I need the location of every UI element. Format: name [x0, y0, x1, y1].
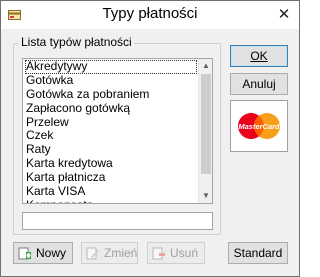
- edit-button-label: Zmień: [104, 246, 138, 260]
- payment-type-input[interactable]: [22, 212, 213, 230]
- add-button[interactable]: Nowy: [13, 242, 73, 264]
- standard-button-label: Standard: [233, 246, 283, 260]
- list-item[interactable]: Karta płatnicza: [25, 170, 197, 185]
- list-items: Akredytywy Gotówka Gotówka za pobraniem Zap…: [25, 59, 197, 203]
- delete-icon: [152, 247, 165, 260]
- close-icon[interactable]: ✕: [274, 6, 294, 24]
- standard-button[interactable]: Standard: [228, 242, 288, 264]
- scroll-down-icon[interactable]: ▼: [199, 189, 212, 203]
- list-item[interactable]: Gotówka za pobraniem: [25, 87, 197, 102]
- list-item[interactable]: Raty: [25, 142, 197, 157]
- delete-button-label: Usuń: [170, 246, 199, 260]
- edit-button[interactable]: Zmień: [81, 242, 138, 264]
- window-title: Typy płatności: [102, 5, 198, 22]
- mastercard-text: MasterCard: [238, 122, 280, 131]
- mastercard-logo: MasterCard: [238, 113, 280, 139]
- delete-button[interactable]: Usuń: [147, 242, 205, 264]
- ok-button-label: OK: [250, 49, 268, 63]
- ok-button[interactable]: OK: [230, 45, 288, 67]
- vertical-scrollbar[interactable]: ▲ ▼: [198, 59, 212, 203]
- list-item[interactable]: Karta kredytowa: [25, 156, 197, 171]
- list-item[interactable]: Czek: [25, 129, 197, 143]
- list-item[interactable]: Zapłacono gotówką: [25, 101, 197, 116]
- cancel-button-label: Anuluj: [242, 77, 276, 91]
- cancel-button[interactable]: Anuluj: [230, 73, 288, 95]
- group-title: Lista typów płatności: [19, 35, 134, 49]
- list-item[interactable]: Gotówka: [25, 73, 197, 88]
- payment-types-list[interactable]: Akredytywy Gotówka Gotówka za pobraniem Zap…: [22, 58, 213, 204]
- edit-icon: [86, 247, 99, 260]
- scroll-up-icon[interactable]: ▲: [199, 59, 212, 73]
- add-icon: [18, 247, 31, 260]
- add-button-label: Nowy: [36, 246, 67, 260]
- scrollbar-thumb[interactable]: [201, 74, 211, 174]
- payment-types-dialog: Typy płatności ✕ Lista typów płatności A…: [0, 0, 300, 277]
- list-item[interactable]: Kompensata: [25, 198, 197, 203]
- list-item[interactable]: Karta VISA: [25, 184, 197, 199]
- mastercard-logo-box: MasterCard: [230, 100, 288, 152]
- list-item[interactable]: Akredytywy: [25, 59, 197, 74]
- list-item[interactable]: Przelew: [25, 115, 197, 130]
- title-bar: Typy płatności ✕: [1, 1, 299, 29]
